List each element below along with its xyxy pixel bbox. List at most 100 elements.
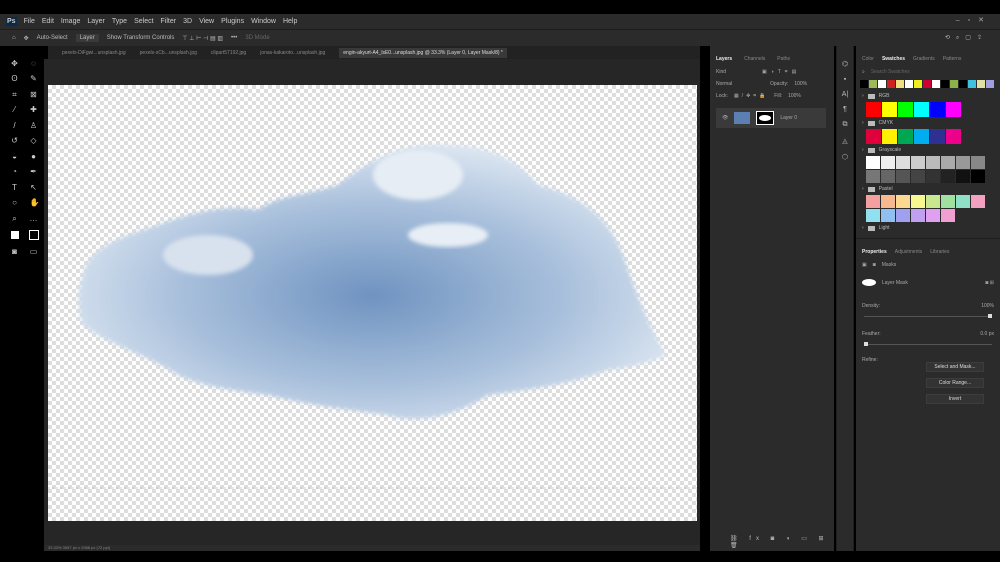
target-select[interactable]: Layer (75, 34, 99, 42)
density-slider-thumb[interactable] (988, 314, 992, 318)
strip-icons[interactable]: ⌬ ▪ A| ¶ ⧉ ◬ ⬡ (837, 46, 853, 161)
tab-gradients[interactable]: Gradients (913, 56, 935, 62)
frame-tool-icon[interactable]: ⊠ (30, 90, 38, 99)
fill-input[interactable]: 100% (788, 93, 801, 99)
swatch-group-light[interactable]: › Light (856, 222, 1000, 234)
swatch[interactable] (959, 80, 967, 88)
density-slider[interactable] (864, 314, 992, 318)
swatch[interactable] (950, 80, 958, 88)
menu-window[interactable]: Window (251, 18, 276, 25)
chevron-icon[interactable]: › (862, 186, 864, 192)
quick-select-icon[interactable]: ✎ (30, 75, 38, 83)
swatch[interactable] (905, 80, 913, 88)
select-and-mask-button[interactable]: Select and Mask... (926, 362, 984, 372)
share-search-icons[interactable]: ⟲⌕▢⇪ (945, 34, 988, 42)
swatch[interactable] (866, 129, 881, 144)
swatch-group-pastel[interactable]: › Pastel (856, 183, 1000, 195)
document-canvas[interactable] (48, 85, 697, 521)
move-tool-icon[interactable]: ✥ (24, 35, 29, 42)
crop-tool-icon[interactable]: ⌗ (11, 90, 19, 99)
swatch[interactable] (881, 156, 895, 169)
swatch[interactable] (930, 129, 945, 144)
tab-doc-active[interactable]: engin-akyurt-A4_lsE0...unsplash.jpg @ 33… (339, 47, 507, 58)
swatch[interactable] (881, 195, 895, 208)
blur-icon[interactable]: ● (30, 152, 38, 161)
swatch[interactable] (956, 170, 970, 183)
swatch[interactable] (869, 80, 877, 88)
swatch[interactable] (977, 80, 985, 88)
auto-select-checkbox[interactable]: Auto-Select (37, 35, 68, 41)
tab-patterns[interactable]: Patterns (943, 56, 962, 62)
marquee-tool-icon[interactable]: ◌ (30, 60, 38, 68)
paint-bucket-icon[interactable]: ◒ (11, 152, 19, 161)
swatch[interactable] (926, 209, 940, 222)
swatch[interactable] (881, 209, 895, 222)
swatch-search[interactable]: ⌕ Search Swatches (856, 66, 1000, 78)
mask-action-icons[interactable]: ◙ ⊞ (985, 280, 994, 286)
swatch[interactable] (971, 170, 985, 183)
color-range-button[interactable]: Color Range... (926, 378, 984, 388)
swatch[interactable] (941, 170, 955, 183)
swatch[interactable] (866, 156, 880, 169)
swatch-group-cmyk[interactable]: › CMYK (856, 117, 1000, 129)
chevron-icon[interactable]: › (862, 225, 864, 231)
dodge-icon[interactable]: ◔ (11, 168, 19, 176)
swatch[interactable] (946, 102, 961, 117)
lock-icons[interactable]: ▦/✥⌗🔒 (734, 93, 768, 99)
swatch[interactable] (866, 102, 881, 117)
feather-value[interactable]: 0.0 px (980, 331, 994, 337)
menu-filter[interactable]: Filter (161, 18, 177, 25)
layer-filter-select[interactable]: Kind (716, 69, 756, 75)
swatch[interactable] (941, 209, 955, 222)
brush-icon[interactable]: / (11, 121, 19, 130)
swatch[interactable] (932, 80, 940, 88)
swatch[interactable] (866, 170, 880, 183)
tab-swatches[interactable]: Swatches (882, 56, 905, 62)
hand-tool-icon[interactable]: ✋ (30, 199, 40, 207)
menu-type[interactable]: Type (112, 18, 127, 25)
more-tools-icon[interactable]: … (30, 214, 38, 223)
tab-layers[interactable]: Layers (716, 56, 732, 62)
transform-controls-checkbox[interactable]: Show Transform Controls (107, 35, 175, 41)
density-value[interactable]: 100% (981, 303, 994, 309)
tab-doc-3[interactable]: clipart57192.jpg (211, 50, 246, 56)
eyedropper-icon[interactable]: ⁄ (11, 106, 19, 114)
healing-icon[interactable]: ✚ (30, 106, 38, 114)
layer-mask-thumbnail[interactable] (756, 111, 775, 125)
lasso-tool-icon[interactable]: ʘ (11, 75, 19, 83)
swatch[interactable] (896, 195, 910, 208)
invert-button[interactable]: Invert (926, 394, 984, 404)
tab-channels[interactable]: Channels (744, 56, 765, 62)
menu-file[interactable]: File (24, 18, 35, 25)
menu-select[interactable]: Select (134, 18, 153, 25)
swatch[interactable] (926, 195, 940, 208)
swatch[interactable] (926, 170, 940, 183)
swatch[interactable] (898, 102, 913, 117)
layer-name[interactable]: Layer 0 (780, 115, 797, 121)
swatch[interactable] (971, 195, 985, 208)
swatch[interactable] (914, 80, 922, 88)
swatch[interactable] (914, 102, 929, 117)
swatch[interactable] (887, 80, 895, 88)
screen-mode-icon[interactable]: ▭ (30, 247, 38, 256)
chevron-icon[interactable]: › (862, 120, 864, 126)
swatch[interactable] (926, 156, 940, 169)
tab-doc-1[interactable]: pexels-DiFgwi...unsplash.jpg (62, 50, 126, 56)
layer-row[interactable]: 👁 Layer 0 (716, 108, 826, 128)
swatch-group-rgb[interactable]: › RGB (856, 90, 1000, 102)
filter-icons[interactable]: ▣◑T⌗▤ (762, 69, 800, 75)
menu-3d[interactable]: 3D (183, 18, 192, 25)
visibility-eye-icon[interactable]: 👁 (722, 115, 728, 121)
swatch[interactable] (896, 80, 904, 88)
swatch[interactable] (956, 195, 970, 208)
swatch[interactable] (911, 195, 925, 208)
swatch[interactable] (941, 80, 949, 88)
swatch[interactable] (914, 129, 929, 144)
swatch[interactable] (896, 170, 910, 183)
swatch[interactable] (946, 129, 961, 144)
shape-tool-icon[interactable]: ○ (11, 199, 19, 207)
swatch[interactable] (930, 102, 945, 117)
foreground-color-icon[interactable] (9, 230, 20, 241)
tab-libraries[interactable]: Libraries (930, 249, 949, 255)
blend-mode-select[interactable]: Normal (716, 81, 764, 87)
